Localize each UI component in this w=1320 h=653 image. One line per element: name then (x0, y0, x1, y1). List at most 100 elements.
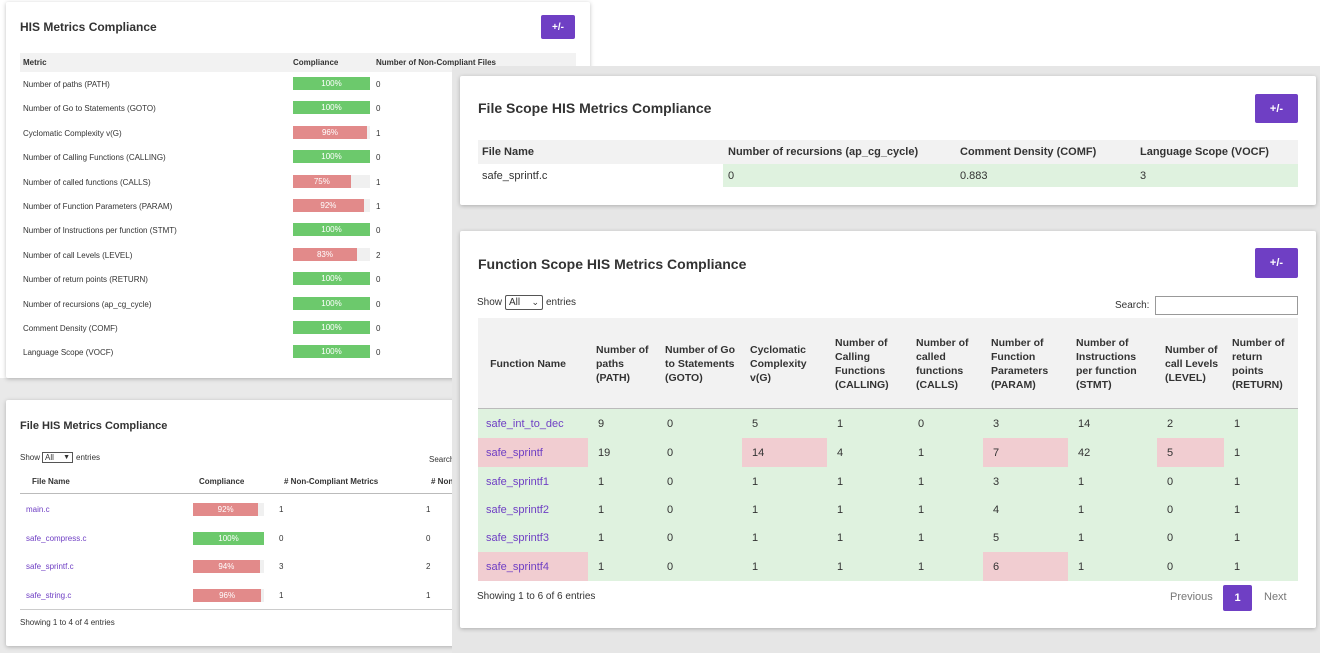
file-link[interactable]: safe_compress.c (26, 534, 86, 543)
compliance-bar-fill: 100% (293, 77, 370, 90)
compliance-bar-track: 100% (293, 296, 370, 310)
compliance-bar-track: 96% (293, 125, 370, 139)
compliance-bar-fill: 75% (293, 174, 351, 188)
function-metric-value: 0 (918, 418, 925, 430)
function-metric-value: 0 (667, 447, 674, 459)
function-scope-toggle-button[interactable]: +/- (1255, 248, 1298, 278)
file-compliance-bar-track: 100% (193, 531, 264, 545)
file-scope-header-recursions: Number of recursions (ap_cg_cycle) (728, 146, 919, 158)
file-scope-file: safe_sprintf.c (482, 170, 548, 182)
metric-name: Number of called functions (CALLS) (23, 177, 151, 187)
function-name-link[interactable]: safe_sprintf1 (486, 476, 549, 488)
compliance-bar-track: 75% (293, 174, 370, 188)
metric-name: Number of paths (PATH) (23, 80, 110, 89)
noncompliant-count: 0 (376, 324, 381, 333)
function-metric-value: 2 (1167, 418, 1174, 430)
function-metric-value: 1 (918, 561, 925, 573)
his-metrics-toggle-button[interactable]: +/- (541, 15, 575, 39)
function-name-link[interactable]: safe_sprintf (486, 447, 543, 459)
metric-name: Number of call Levels (LEVEL) (23, 250, 133, 260)
file-noncompliant-metrics: 0 (279, 533, 284, 543)
file-link[interactable]: safe_sprintf.c (26, 562, 74, 571)
file-scope-recursions: 0 (728, 170, 735, 182)
file-his-header-compliance: Compliance (199, 477, 245, 486)
compliance-bar-fill: 100% (293, 272, 370, 286)
function-scope-search-input[interactable] (1155, 296, 1298, 315)
compliance-bar-fill: 100% (293, 101, 370, 115)
function-scope-footer: Showing 1 to 6 of 6 entries (477, 591, 596, 602)
compliance-bar-track: 100% (293, 272, 370, 286)
function-name-link[interactable]: safe_sprintf2 (486, 504, 549, 516)
pager-next[interactable]: Next (1264, 591, 1287, 603)
function-metric-value: 5 (993, 532, 1000, 544)
file-his-entries-select[interactable]: All ▼ (42, 452, 73, 463)
compliance-bar-track: 100% (293, 150, 370, 164)
noncompliant-count: 0 (376, 104, 381, 114)
function-metric-value: 5 (1167, 447, 1174, 459)
file-link[interactable]: main.c (26, 505, 50, 514)
file-scope-comf: 0.883 (960, 170, 988, 182)
function-metric-value: 1 (752, 561, 759, 573)
function-metric-value: 1 (752, 504, 759, 516)
file-scope-toggle-button[interactable]: +/- (1255, 94, 1298, 123)
file-scope-card: File Scope HIS Metrics Compliance +/- Fi… (460, 76, 1316, 205)
file-link[interactable]: safe_string.c (26, 591, 71, 600)
file-scope-header-comf: Comment Density (COMF) (960, 146, 1097, 158)
compliance-bar-fill: 100% (293, 150, 370, 164)
function-metric-value: 5 (752, 418, 759, 430)
pager-previous[interactable]: Previous (1170, 591, 1213, 603)
function-metric-value: 4 (837, 447, 844, 459)
file-noncompliant-other: 1 (426, 505, 431, 514)
his-metrics-title: HIS Metrics Compliance (20, 20, 157, 34)
file-scope-vocf: 3 (1140, 170, 1147, 182)
file-noncompliant-metrics: 3 (279, 562, 284, 572)
metric-name: Number of return points (RETURN) (23, 275, 148, 285)
file-compliance-bar-fill: 96% (193, 589, 262, 603)
noncompliant-count: 1 (376, 202, 381, 211)
metric-name: Number of recursions (ap_cg_cycle) (23, 299, 152, 309)
function-name-link[interactable]: safe_sprintf3 (486, 532, 549, 544)
function-metric-value: 1 (1234, 561, 1241, 573)
function-metric-value: 1 (598, 561, 605, 573)
pager-page-1[interactable]: 1 (1223, 585, 1252, 611)
function-metric-value: 1 (918, 532, 925, 544)
compliance-bar-fill: 83% (293, 247, 357, 261)
function-scope-header-cell: Number of Calling Functions (CALLING) (835, 336, 889, 391)
function-metric-value: 1 (752, 532, 759, 544)
function-metric-value: 1 (918, 504, 925, 516)
function-metric-value: 9 (598, 418, 605, 430)
function-scope-title: Function Scope HIS Metrics Compliance (478, 256, 747, 272)
function-metric-value: 0 (1167, 504, 1174, 516)
file-his-show-label: Show (20, 453, 41, 462)
compliance-bar-fill: 92% (293, 199, 364, 212)
function-name-link[interactable]: safe_sprintf4 (486, 561, 549, 573)
metric-name: Number of Function Parameters (PARAM) (23, 202, 173, 211)
function-name-link[interactable]: safe_int_to_dec (486, 418, 564, 430)
function-metric-value: 1 (918, 476, 925, 488)
file-his-header-file: File Name (32, 477, 70, 486)
function-scope-header-cell: Number of call Levels (LEVEL) (1165, 343, 1219, 384)
function-metric-value: 3 (993, 418, 1000, 430)
function-metric-value: 1 (837, 418, 844, 430)
function-scope-header-row: Function Name Number of paths (PATH) Numbe… (478, 318, 1298, 409)
file-scope-row-bg (723, 164, 1298, 187)
file-noncompliant-other: 0 (426, 533, 431, 543)
chevron-down-icon: ⌄ (531, 297, 539, 307)
function-metric-value: 1 (837, 476, 844, 488)
function-metric-value: 0 (667, 504, 674, 516)
header-compliance: Compliance (293, 58, 339, 67)
function-metric-value: 0 (1167, 532, 1174, 544)
function-scope-header-cell: Cyclomatic Complexity v(G) (750, 343, 807, 384)
function-metric-value: 1 (598, 532, 605, 544)
function-metric-value: 1 (1078, 476, 1085, 488)
file-his-header-metrics: # Non-Compliant Metrics (284, 477, 379, 486)
compliance-bar-track: 100% (293, 77, 370, 90)
function-metric-value: 7 (993, 447, 1000, 459)
noncompliant-count: 0 (376, 275, 381, 285)
function-scope-entries-select[interactable]: All ⌄ (505, 295, 543, 310)
compliance-bar-track: 100% (293, 101, 370, 115)
metric-name: Number of Instructions per function (STM… (23, 226, 177, 236)
file-noncompliant-other: 1 (426, 591, 431, 601)
metric-name: Comment Density (COMF) (23, 324, 118, 333)
compliance-bar-track: 100% (293, 223, 370, 237)
